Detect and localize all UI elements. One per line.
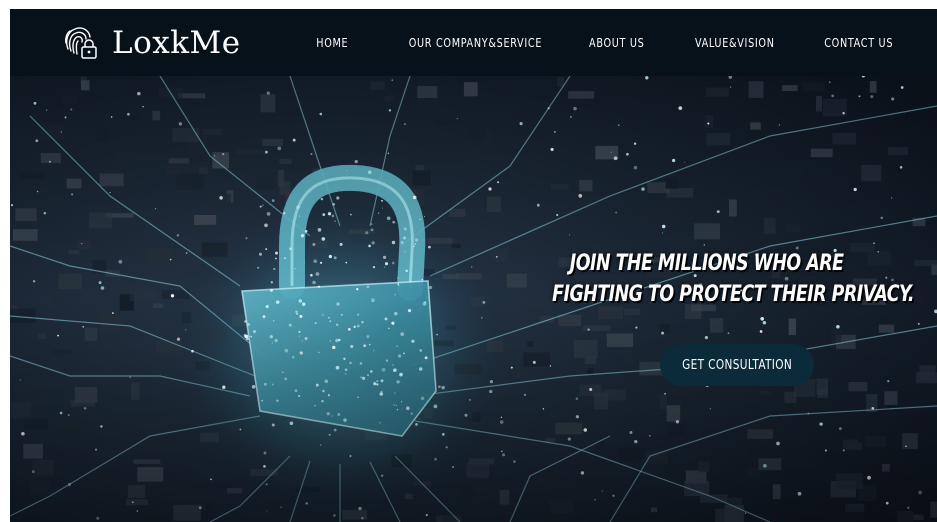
brand-logo[interactable]: LoxkMe <box>60 21 241 65</box>
nav-about-us[interactable]: ABOUT US <box>589 35 644 50</box>
nav-home[interactable]: HOME <box>316 35 348 50</box>
hero-headline: JOIN THE MILLIONS WHO ARE FIGHTING TO PR… <box>137 248 914 310</box>
nav-value-vision[interactable]: VALUE&VISION <box>695 35 775 50</box>
nav-contact-us[interactable]: CONTACT US <box>824 35 893 50</box>
main-nav: HOME OUR COMPANY&SERVICE ABOUT US VALUE&… <box>273 9 893 76</box>
hero-section: JOIN THE MILLIONS WHO ARE FIGHTING TO PR… <box>10 76 937 522</box>
brand-name: LoxkMe <box>112 25 241 61</box>
page-frame: LoxkMe HOME OUR COMPANY&SERVICE ABOUT US… <box>10 9 937 522</box>
get-consultation-button[interactable]: GET CONSULTATION <box>660 344 814 386</box>
nav-company-service[interactable]: OUR COMPANY&SERVICE <box>408 35 541 50</box>
hero-headline-line2: FIGHTING TO PROTECT THEIR PRIVACY. <box>552 281 914 307</box>
fingerprint-lock-icon <box>65 27 97 59</box>
top-navbar: LoxkMe HOME OUR COMPANY&SERVICE ABOUT US… <box>10 9 937 76</box>
hero-headline-line1: JOIN THE MILLIONS WHO ARE <box>569 250 844 276</box>
